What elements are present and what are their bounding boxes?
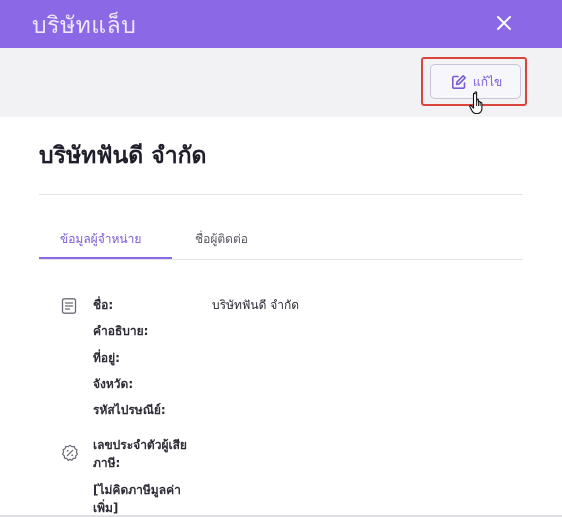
address-label: ที่อยู่:: [93, 351, 120, 365]
percent-badge-icon: [62, 444, 78, 461]
name-value: บริษัทฟันดี จำกัด: [212, 298, 300, 312]
vat-label-line1: [ไม่คิดภาษีมูลค่า: [93, 483, 181, 497]
vendor-detail-panel: บริษัทแล็บ แก้ไข บริษัทฟันดี จำกัด ข้อมู…: [0, 0, 562, 517]
panel-header: บริษัทแล็บ: [0, 0, 562, 48]
document-icon: [61, 298, 77, 314]
close-icon: [497, 16, 511, 30]
edit-button-label: แก้ไข: [473, 75, 503, 89]
panel-title: บริษัทแล็บ: [32, 13, 137, 39]
edit-icon: [452, 75, 466, 89]
company-title: บริษัทฟันดี จำกัด: [39, 143, 207, 169]
title-divider: [39, 194, 523, 195]
description-label: คำอธิบาย:: [93, 324, 149, 338]
tab-vendor-info[interactable]: ข้อมูลผู้จำหน่าย: [60, 230, 141, 249]
province-label: จังหวัด:: [93, 377, 134, 391]
close-button[interactable]: [490, 9, 518, 37]
hand-pointer-icon: [469, 91, 483, 115]
tax-id-label-line2: ภาษี:: [93, 456, 121, 470]
name-label: ชื่อ:: [93, 298, 114, 312]
tab-contacts[interactable]: ชื่อผู้ติดต่อ: [195, 230, 248, 249]
tab-divider: [39, 259, 523, 260]
postal-code-label: รหัสไปรษณีย์:: [93, 403, 166, 417]
tax-id-label-line1: เลขประจำตัวผู้เสีย: [93, 438, 187, 452]
